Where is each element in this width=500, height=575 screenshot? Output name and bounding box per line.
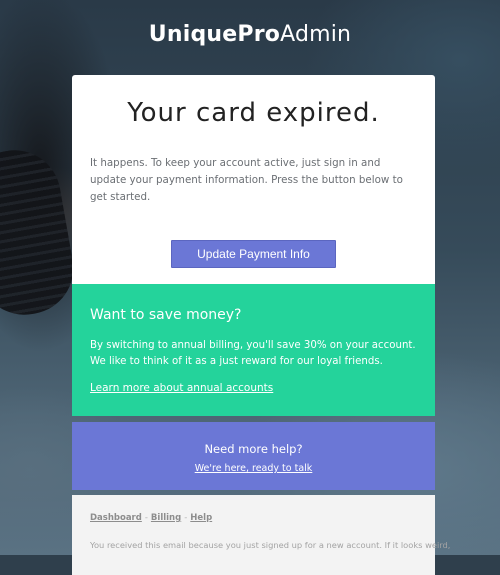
footer-link-dashboard[interactable]: Dashboard [90,513,142,523]
brand-logo: UniqueProAdmin [0,22,500,47]
savings-text: By switching to annual billing, you'll s… [90,340,416,367]
help-title: Need more help? [204,442,303,456]
contact-link[interactable]: We're here, ready to talk [195,463,313,474]
help-card: Need more help? We're here, ready to tal… [72,422,435,490]
footer-link-billing[interactable]: Billing [151,513,181,523]
footer-nav: Dashboard - Billing - Help [90,513,417,523]
logo-bold-text: UniquePro [148,22,281,47]
page-title: Your card expired. [127,98,380,128]
footer-separator: - [184,513,188,523]
savings-title: Want to save money? [90,307,242,323]
footer-link-help[interactable]: Help [190,513,212,523]
main-card: Your card expired. It happens. To keep y… [72,75,435,284]
logo-light-text: Admin [280,22,352,47]
update-payment-button[interactable]: Update Payment Info [171,240,336,268]
footer-note: You received this email because you just… [90,540,451,550]
savings-card: Want to save money? By switching to annu… [72,284,435,416]
intro-text: It happens. To keep your account active,… [90,157,403,203]
footer-separator: - [144,513,148,523]
annual-accounts-link[interactable]: Learn more about annual accounts [90,382,273,394]
footer: Dashboard - Billing - Help You received this… [72,495,451,575]
